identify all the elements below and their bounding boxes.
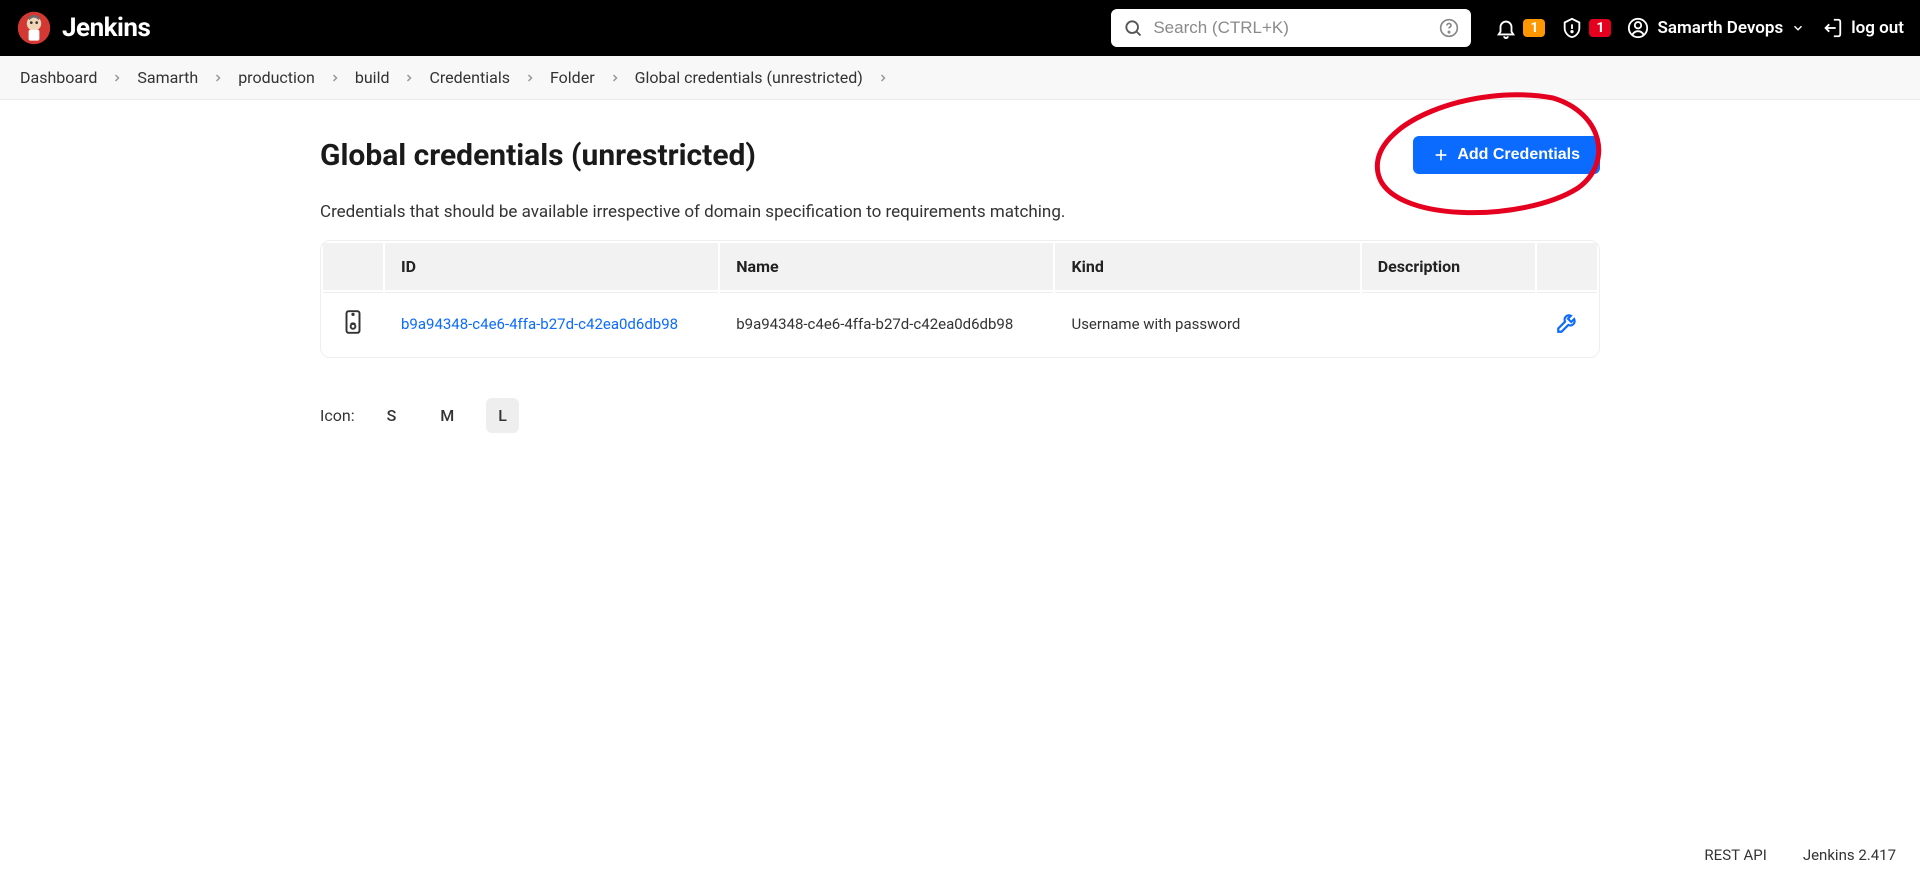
chevron-right-icon <box>212 72 224 84</box>
page-title: Global credentials (unrestricted) <box>320 138 756 173</box>
help-icon[interactable] <box>1439 18 1459 38</box>
page-description: Credentials that should be available irr… <box>320 202 1600 222</box>
chevron-right-icon <box>329 72 341 84</box>
breadcrumb-item[interactable]: Credentials <box>429 68 510 87</box>
credential-description-cell <box>1362 292 1535 355</box>
search-icon <box>1123 18 1143 38</box>
notifications-button[interactable]: 1 <box>1495 17 1545 39</box>
chevron-down-icon <box>1791 21 1805 35</box>
logo[interactable]: Jenkins <box>16 10 150 46</box>
icon-size-label: Icon: <box>320 406 355 425</box>
user-menu[interactable]: Samarth Devops <box>1627 17 1805 39</box>
breadcrumb-item[interactable]: Global credentials (unrestricted) <box>635 68 863 87</box>
version-text: Jenkins 2.417 <box>1803 846 1896 864</box>
icon-size-selector: Icon: S M L <box>320 398 1600 433</box>
chevron-right-icon <box>111 72 123 84</box>
table-header-kind[interactable]: Kind <box>1055 243 1359 290</box>
table-header-id[interactable]: ID <box>385 243 718 290</box>
icon-size-s[interactable]: S <box>375 398 409 433</box>
top-header: Jenkins 1 1 Samarth Devops <box>0 0 1920 56</box>
logout-label: log out <box>1851 18 1904 38</box>
security-button[interactable]: 1 <box>1561 17 1611 39</box>
jenkins-logo-icon <box>16 10 52 46</box>
main-content: Global credentials (unrestricted) Add Cr… <box>320 100 1600 433</box>
notif-badge: 1 <box>1523 19 1545 37</box>
chevron-right-icon <box>609 72 621 84</box>
breadcrumb-item[interactable]: Dashboard <box>20 68 97 87</box>
security-badge: 1 <box>1589 19 1611 37</box>
bell-icon <box>1495 17 1517 39</box>
credential-name-cell: b9a94348-c4e6-4ffa-b27d-c42ea0d6db98 <box>720 292 1053 355</box>
header-actions: 1 1 Samarth Devops log out <box>1495 17 1904 39</box>
credential-type-icon-cell <box>323 292 383 355</box>
plus-icon <box>1433 147 1449 163</box>
user-name: Samarth Devops <box>1657 18 1783 38</box>
breadcrumb-item[interactable]: build <box>355 68 390 87</box>
table-header-description[interactable]: Description <box>1362 243 1535 290</box>
rest-api-link[interactable]: REST API <box>1704 846 1766 864</box>
wrench-icon[interactable] <box>1555 309 1581 335</box>
chevron-right-icon <box>524 72 536 84</box>
shield-alert-icon <box>1561 17 1583 39</box>
breadcrumb-item[interactable]: Samarth <box>137 68 198 87</box>
logout-button[interactable]: log out <box>1821 17 1904 39</box>
table-header-action <box>1537 243 1597 290</box>
icon-size-l[interactable]: L <box>486 398 519 433</box>
chevron-right-icon <box>877 72 889 84</box>
credential-id-link[interactable]: b9a94348-c4e6-4ffa-b27d-c42ea0d6db98 <box>401 315 678 333</box>
add-btn-label: Add Credentials <box>1457 146 1580 164</box>
search-input[interactable] <box>1153 18 1429 38</box>
breadcrumb-item[interactable]: Folder <box>550 68 595 87</box>
breadcrumb: Dashboard Samarth production build Crede… <box>0 56 1920 100</box>
footer: REST API Jenkins 2.417 <box>1704 846 1896 864</box>
table-header-icon <box>323 243 383 290</box>
add-credentials-button[interactable]: Add Credentials <box>1413 136 1600 174</box>
credential-id-cell: b9a94348-c4e6-4ffa-b27d-c42ea0d6db98 <box>385 292 718 355</box>
credentials-table: ID Name Kind Description b9a9434 <box>320 240 1600 358</box>
table-row: b9a94348-c4e6-4ffa-b27d-c42ea0d6db98 b9a… <box>323 292 1597 355</box>
search-box[interactable] <box>1111 9 1471 47</box>
user-circle-icon <box>1627 17 1649 39</box>
icon-size-m[interactable]: M <box>428 398 466 433</box>
logout-icon <box>1821 17 1843 39</box>
table-header-row: ID Name Kind Description <box>323 243 1597 290</box>
credential-icon <box>340 309 366 335</box>
page-header: Global credentials (unrestricted) Add Cr… <box>320 136 1600 174</box>
table-header-name[interactable]: Name <box>720 243 1053 290</box>
chevron-right-icon <box>403 72 415 84</box>
credential-action-cell <box>1537 292 1597 355</box>
brand-text: Jenkins <box>62 13 150 43</box>
credential-kind-cell: Username with password <box>1055 292 1359 355</box>
breadcrumb-item[interactable]: production <box>238 68 315 87</box>
